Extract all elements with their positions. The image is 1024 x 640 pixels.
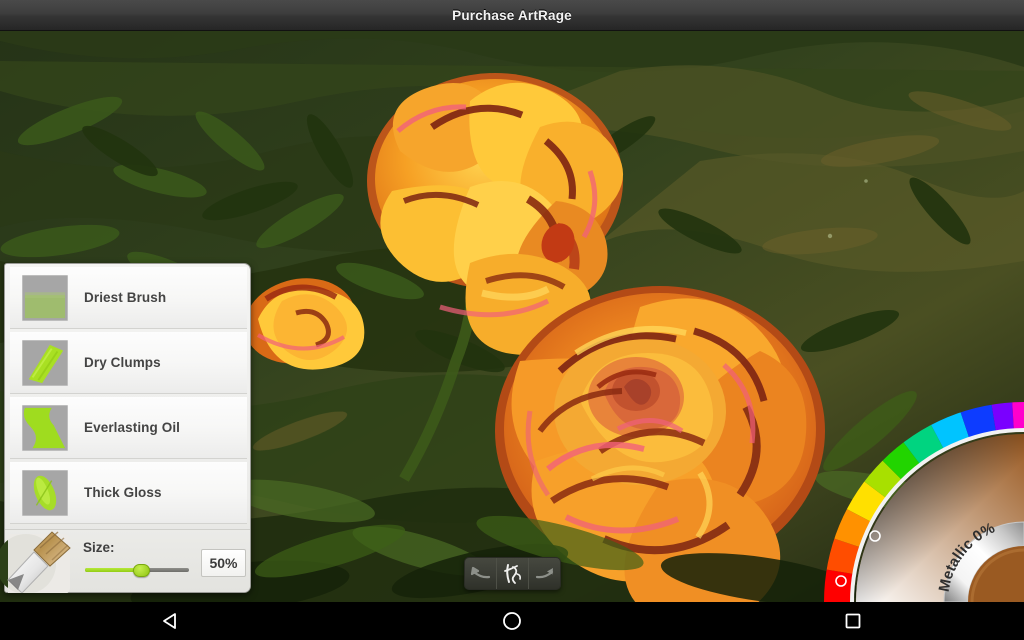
- redo-arrow-icon: [535, 567, 553, 578]
- preset-label: Dry Clumps: [84, 355, 161, 370]
- recents-button[interactable]: [683, 611, 1024, 631]
- size-label: Size:: [83, 540, 115, 555]
- thick-gloss-thumb: [22, 469, 68, 516]
- back-button[interactable]: [0, 611, 341, 631]
- android-navigation-bar: [0, 602, 1024, 640]
- everlasting-oil-thumb: [22, 404, 68, 451]
- preset-label: Thick Gloss: [84, 485, 162, 500]
- preset-label: Driest Brush: [84, 290, 167, 305]
- preset-label: Everlasting Oil: [84, 420, 181, 435]
- slider-fill: [85, 568, 140, 572]
- preset-item-driest-brush[interactable]: Driest Brush: [10, 267, 247, 329]
- size-slider[interactable]: [85, 564, 189, 577]
- home-circle-icon: [503, 612, 521, 630]
- size-value-box[interactable]: 50%: [201, 549, 246, 577]
- recents-square-icon: [845, 613, 861, 629]
- stroke-tool-button[interactable]: [497, 558, 529, 589]
- preset-item-everlasting-oil[interactable]: Everlasting Oil: [10, 397, 247, 459]
- preset-item-thick-gloss[interactable]: Thick Gloss: [10, 462, 247, 524]
- undo-arrow-icon: [470, 566, 490, 578]
- paintbrush-icon[interactable]: [0, 518, 72, 593]
- undo-button[interactable]: [465, 558, 497, 589]
- title-bar: Purchase ArtRage: [0, 0, 1024, 31]
- stroke-toolbar: [464, 557, 561, 590]
- back-triangle-icon: [162, 613, 176, 629]
- redo-button[interactable]: [529, 558, 560, 589]
- driest-brush-thumb: [22, 274, 68, 321]
- artrage-app-window: Purchase ArtRage Driest Brush Dry Clumps…: [0, 0, 1024, 640]
- slider-thumb[interactable]: [133, 564, 150, 577]
- color-picker[interactable]: Metallic 0%: [820, 398, 1024, 602]
- window-title: Purchase ArtRage: [452, 7, 572, 23]
- dry-clumps-thumb: [22, 339, 68, 386]
- calligraphy-stroke-icon: [503, 563, 521, 584]
- preset-list: Driest Brush Dry Clumps Everlasting Oil …: [5, 264, 250, 531]
- size-value: 50%: [209, 555, 238, 571]
- preset-item-dry-clumps[interactable]: Dry Clumps: [10, 332, 247, 394]
- home-button[interactable]: [341, 610, 682, 632]
